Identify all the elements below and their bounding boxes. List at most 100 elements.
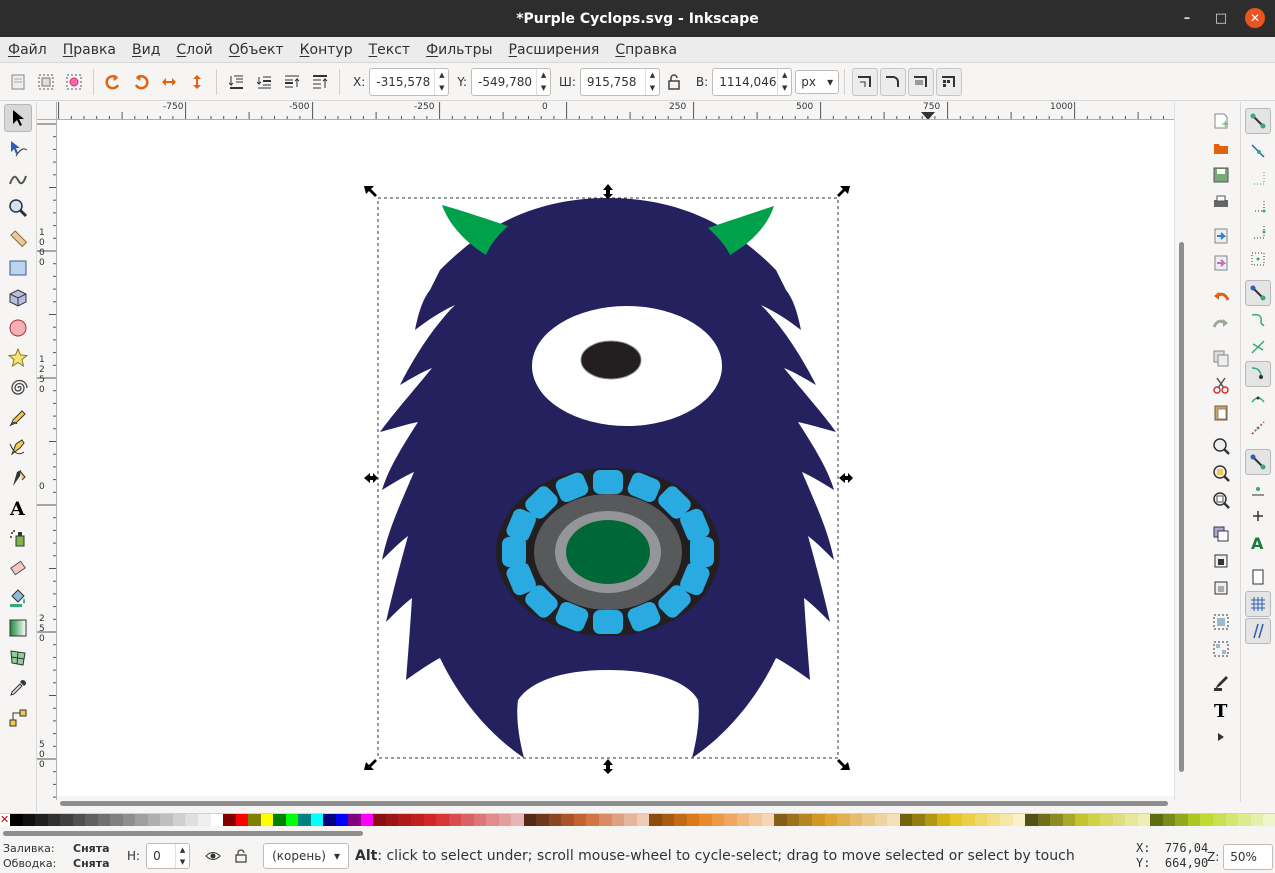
color-swatch[interactable] [461, 814, 474, 826]
color-swatch[interactable] [60, 814, 73, 826]
color-swatch[interactable] [636, 814, 650, 826]
select-all-layers-icon[interactable] [33, 69, 59, 95]
group-icon[interactable] [1208, 609, 1234, 635]
color-swatch[interactable] [423, 814, 437, 826]
menu-object[interactable]: Объект [221, 42, 292, 58]
snap-paths-icon[interactable] [1245, 307, 1271, 333]
deselect-icon[interactable] [61, 69, 87, 95]
color-swatch[interactable] [22, 814, 36, 826]
flip-horizontal-icon[interactable] [156, 69, 182, 95]
print-icon[interactable] [1208, 189, 1234, 215]
scale-corners-icon[interactable] [880, 67, 907, 96]
more-commands-icon[interactable] [1208, 724, 1234, 750]
lower-to-bottom-icon[interactable] [223, 69, 249, 95]
color-swatch[interactable] [974, 814, 988, 826]
color-swatch[interactable] [1162, 814, 1176, 826]
color-swatch[interactable] [824, 814, 838, 826]
snap-text-baseline-icon[interactable]: A [1245, 530, 1271, 556]
horizontal-scroll-thumb[interactable] [60, 801, 1168, 806]
color-swatch[interactable] [197, 814, 211, 826]
transform-gradients-icon[interactable] [908, 67, 935, 96]
color-palette[interactable]: ✕ [0, 813, 1275, 827]
zoom-input[interactable]: 50% [1223, 844, 1274, 870]
opacity-input[interactable] [147, 844, 176, 868]
color-swatch[interactable] [1037, 814, 1051, 826]
width-input[interactable] [580, 68, 645, 95]
menu-help[interactable]: Справка [607, 42, 685, 58]
color-swatch[interactable] [85, 814, 98, 826]
zoom-tool-icon[interactable] [4, 194, 32, 222]
color-swatch[interactable] [849, 814, 863, 826]
snap-bbox-edge-icon[interactable] [1245, 165, 1271, 191]
color-swatch[interactable] [661, 814, 675, 826]
color-swatch[interactable] [862, 814, 875, 826]
color-swatch[interactable] [887, 814, 900, 826]
measure-tool-icon[interactable] [4, 224, 32, 252]
stroke-value[interactable]: Снята [73, 857, 113, 870]
close-button[interactable]: ✕ [1245, 8, 1265, 28]
drawing-canvas[interactable] [57, 120, 1174, 796]
snap-page-border-icon[interactable] [1245, 564, 1271, 590]
menu-extensions[interactable]: Расширения [501, 42, 608, 58]
select-all-icon[interactable] [5, 69, 31, 95]
color-swatch[interactable] [335, 814, 349, 826]
paste-icon[interactable] [1208, 399, 1234, 425]
x-input[interactable] [370, 68, 435, 95]
color-swatch[interactable] [135, 814, 148, 826]
height-input[interactable] [713, 68, 778, 95]
color-swatch[interactable] [110, 814, 123, 826]
color-swatch[interactable] [1075, 814, 1088, 826]
color-swatch[interactable] [1087, 814, 1101, 826]
color-swatch[interactable] [1050, 814, 1063, 826]
layer-lock-icon[interactable] [228, 843, 254, 869]
color-swatch[interactable] [298, 814, 311, 826]
color-swatch[interactable] [1112, 814, 1126, 826]
new-document-icon[interactable]: + [1208, 108, 1234, 134]
menu-file[interactable]: Файл [0, 42, 55, 58]
pen-tool-icon[interactable] [4, 434, 32, 462]
snap-cusp-nodes-icon[interactable] [1245, 361, 1271, 387]
no-paint-swatch[interactable]: ✕ [0, 814, 10, 826]
eraser-tool-icon[interactable] [4, 554, 32, 582]
duplicate-icon[interactable] [1208, 521, 1234, 547]
menu-view[interactable]: Вид [124, 42, 168, 58]
color-swatch[interactable] [1187, 814, 1201, 826]
color-swatch[interactable] [122, 814, 136, 826]
color-swatch[interactable] [223, 814, 236, 826]
color-swatch[interactable] [323, 814, 336, 826]
color-swatch[interactable] [1250, 814, 1264, 826]
unlink-clone-icon[interactable] [1208, 575, 1234, 601]
menu-path[interactable]: Контур [292, 42, 361, 58]
menu-edit[interactable]: Правка [55, 42, 124, 58]
color-swatch[interactable] [1200, 814, 1213, 826]
color-swatch[interactable] [398, 814, 411, 826]
node-tool-icon[interactable] [4, 134, 32, 162]
color-swatch[interactable] [373, 814, 386, 826]
color-swatch[interactable] [1137, 814, 1151, 826]
zoom-selection-icon[interactable] [1208, 433, 1234, 459]
color-swatch[interactable] [248, 814, 261, 826]
gradient-tool-icon[interactable] [4, 614, 32, 642]
color-swatch[interactable] [573, 814, 587, 826]
snap-midpoints-icon[interactable] [1245, 415, 1271, 441]
y-spin-arrows[interactable]: ▲ ▼ [536, 68, 550, 95]
dropper-tool-icon[interactable] [4, 674, 32, 702]
color-swatch[interactable] [837, 814, 850, 826]
open-document-icon[interactable] [1208, 135, 1234, 161]
vertical-scroll-thumb[interactable] [1179, 242, 1184, 772]
color-swatch[interactable] [812, 814, 825, 826]
color-swatch[interactable] [1238, 814, 1251, 826]
snap-bbox-center-icon[interactable] [1245, 246, 1271, 272]
x-spin-arrows[interactable]: ▲ ▼ [434, 68, 448, 95]
transform-patterns-icon[interactable] [936, 67, 963, 96]
selector-tool-icon[interactable] [4, 104, 32, 132]
connector-tool-icon[interactable] [4, 704, 32, 732]
horizontal-ruler[interactable]: -750 -500 -250 0 250 500 750 1000 [57, 102, 1174, 120]
color-swatch[interactable] [160, 814, 173, 826]
color-swatch[interactable] [736, 814, 750, 826]
paint-bucket-tool-icon[interactable] [4, 584, 32, 612]
color-swatch[interactable] [310, 814, 324, 826]
color-swatch[interactable] [1025, 814, 1038, 826]
mesh-tool-icon[interactable] [4, 644, 32, 672]
color-swatch[interactable] [724, 814, 737, 826]
